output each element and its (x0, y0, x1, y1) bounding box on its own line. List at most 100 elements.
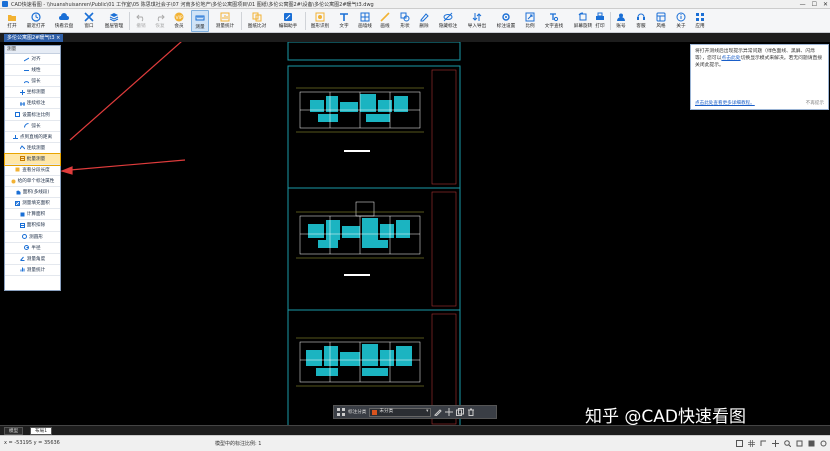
ortho-icon[interactable] (760, 440, 767, 447)
grid-toggle-icon[interactable] (748, 440, 755, 447)
move-icon[interactable] (445, 408, 454, 416)
fit-icon[interactable] (796, 440, 803, 447)
recent-icon (31, 12, 41, 22)
measure-item-point-line[interactable]: 点到直线的距离 (5, 132, 60, 143)
measure-item-continuous-dim[interactable]: 连续标注 (5, 98, 60, 110)
layers-icon (109, 13, 119, 22)
measure-item-batch-measure[interactable]: 批量测量 (4, 152, 61, 166)
snap-icon[interactable] (736, 440, 743, 447)
continuous-dim-icon (19, 101, 25, 106)
support-icon (637, 13, 645, 20)
annotation-arrow-1 (69, 42, 182, 141)
toolbar-line-button[interactable]: 画线 (377, 10, 393, 32)
toolbar-account-button[interactable]: 账号 (613, 10, 629, 32)
status-bar: x = -53195 y = 35636 模型中的标注比例: 1 (0, 435, 830, 451)
grid-icon[interactable] (337, 408, 345, 416)
edit-icon[interactable] (434, 408, 443, 416)
toolbar-text-button[interactable]: 文字 (336, 10, 352, 32)
wall-line-icon (360, 12, 370, 22)
toolbar-shape-recognize-button[interactable]: 图形识别 (308, 10, 332, 32)
toolbar-print-button[interactable]: 打印 (592, 10, 608, 32)
measure-item-annotation-prop[interactable]: 给的单个标注属性 (5, 176, 60, 188)
close-button[interactable]: ✕ (823, 1, 828, 8)
toolbar-cloud-button[interactable]: 快看云盘 (51, 10, 77, 32)
toolbar-compare-button[interactable]: 图纸比对 (245, 10, 269, 32)
notice-dismiss-button[interactable]: 不再提示 (806, 100, 824, 106)
point-line-icon (12, 135, 18, 140)
line-icon (380, 12, 390, 22)
toolbar-import-export-button[interactable]: 导入导出 (465, 10, 489, 32)
measure-item-stats[interactable]: 测量统计 (5, 265, 60, 276)
layout-tab-layout1[interactable]: 布局1 (30, 427, 53, 435)
toolbar-open-button[interactable]: 打开 (2, 10, 22, 32)
background-icon[interactable] (808, 440, 815, 447)
about-icon (676, 12, 686, 22)
drawing-sheet-top-edge (287, 42, 461, 61)
notice-switch-link[interactable]: 点击此处 (721, 56, 740, 61)
settings-icon[interactable] (820, 440, 827, 447)
style-icon (656, 12, 666, 22)
measure-item-area-polyline[interactable]: 面积(多线段) (5, 187, 60, 199)
annotation-category-select[interactable]: 未分类 ▾ (369, 407, 432, 417)
trash-icon[interactable] (467, 408, 475, 416)
measure-item-align[interactable]: 对齐 (5, 54, 60, 66)
redo-icon (157, 14, 165, 22)
notice-tutorial-link[interactable]: 点击此处查看更多详细教程。 (695, 100, 755, 106)
toolbar-redo-button[interactable]: 恢复 (152, 10, 168, 32)
measure-item-linear[interactable]: 线性 (5, 65, 60, 77)
toolbar-delete-button[interactable]: 删除 (416, 10, 432, 32)
measure-item-coordinate[interactable]: 坐标测量 (5, 87, 60, 99)
radius-icon (24, 245, 30, 251)
document-tab[interactable]: 多伦公寓图2#暖气t3 × (4, 34, 64, 42)
toolbar-undo-button[interactable]: 撤销 (133, 10, 149, 32)
account-icon (617, 13, 625, 21)
print-icon (596, 12, 604, 20)
main-toolbar: 打开 最近打开 快看云盘 窗口 图层管理 撤销 恢复 VIP 会员 测量 测量统… (0, 9, 830, 33)
toolbar-apps-button[interactable]: 应用 (692, 10, 708, 32)
zoom-icon[interactable] (784, 440, 791, 447)
measure-item-circle[interactable]: 测圆形 (5, 232, 60, 243)
toolbar-edit-helper-button[interactable]: 编辑助手 (276, 10, 300, 32)
measure-item-arc[interactable]: 弧长 (5, 121, 60, 132)
measure-item-radius[interactable]: 半径 (5, 243, 60, 254)
toolbar-annotation-settings-button[interactable]: 标注设置 (494, 10, 518, 32)
window-controls: — ☐ ✕ (800, 1, 828, 8)
maximize-button[interactable]: ☐ (812, 1, 817, 8)
toolbar-measure-button[interactable]: 测量 (191, 10, 209, 32)
toolbar-support-button[interactable]: 客服 (633, 10, 649, 32)
measure-item-calc-area[interactable]: 计算面积 (5, 209, 60, 221)
measure-item-dim-scale[interactable]: 设置标注比例 (5, 109, 60, 121)
measure-item-angle[interactable]: 测量角度 (5, 254, 60, 265)
copy-icon[interactable] (456, 408, 465, 416)
annotation-float-toolbar: 标注分类 未分类 ▾ (333, 405, 497, 419)
toolbar-recent-button[interactable]: 最近打开 (24, 10, 48, 32)
measure-item-segment-length[interactable]: 查看分段长度 (5, 165, 60, 177)
shape-icon (400, 12, 410, 22)
minimize-button[interactable]: — (800, 1, 806, 8)
display-mode-notice: 将打开测线后出现提示异常问题（绿色面线、黑屏、闪烁等），您可以点击此处切换显示模… (690, 44, 829, 110)
toolbar-window-button[interactable]: 窗口 (80, 10, 98, 32)
toolbar-about-button[interactable]: 关于 (673, 10, 689, 32)
text-search-icon (550, 13, 559, 22)
toolbar-measure-stats-button[interactable]: 测量统计 (212, 10, 238, 32)
title-bar: CAD快速看图 - \\huanshuisanren\Public\01 工作室… (0, 0, 830, 9)
measure-item-area-deduct[interactable]: 面积扣除 (5, 220, 60, 232)
toolbar-vip-button[interactable]: VIP 会员 (171, 10, 187, 32)
toolbar-layers-button[interactable]: 图层管理 (102, 10, 126, 32)
toolbar-style-button[interactable]: 风格 (653, 10, 669, 32)
area-polyline-icon (16, 190, 21, 195)
measure-item-hatch-area[interactable]: 测量填充面积 (5, 198, 60, 210)
layout-tabbar: 模型 布局1 (0, 425, 830, 435)
toolbar-hide-annotation-button[interactable]: 隐藏标注 (436, 10, 460, 32)
annotation-settings-icon (502, 13, 510, 21)
layout-tab-model[interactable]: 模型 (4, 427, 24, 435)
toolbar-scale-button[interactable]: 比例 (522, 10, 538, 32)
svg-text:VIP: VIP (175, 15, 182, 21)
toolbar-text-search-button[interactable]: 文字查找 (541, 10, 567, 32)
pan-icon[interactable] (772, 440, 779, 447)
measure-item-arc-length[interactable]: 弧长 (5, 76, 60, 88)
toolbar-shape-button[interactable]: 形状 (397, 10, 413, 32)
toolbar-wall-line-button[interactable]: 画墙线 (356, 10, 374, 32)
rotate-icon (578, 12, 587, 21)
measure-item-continuous-measure[interactable]: 连续测量 (5, 143, 60, 154)
